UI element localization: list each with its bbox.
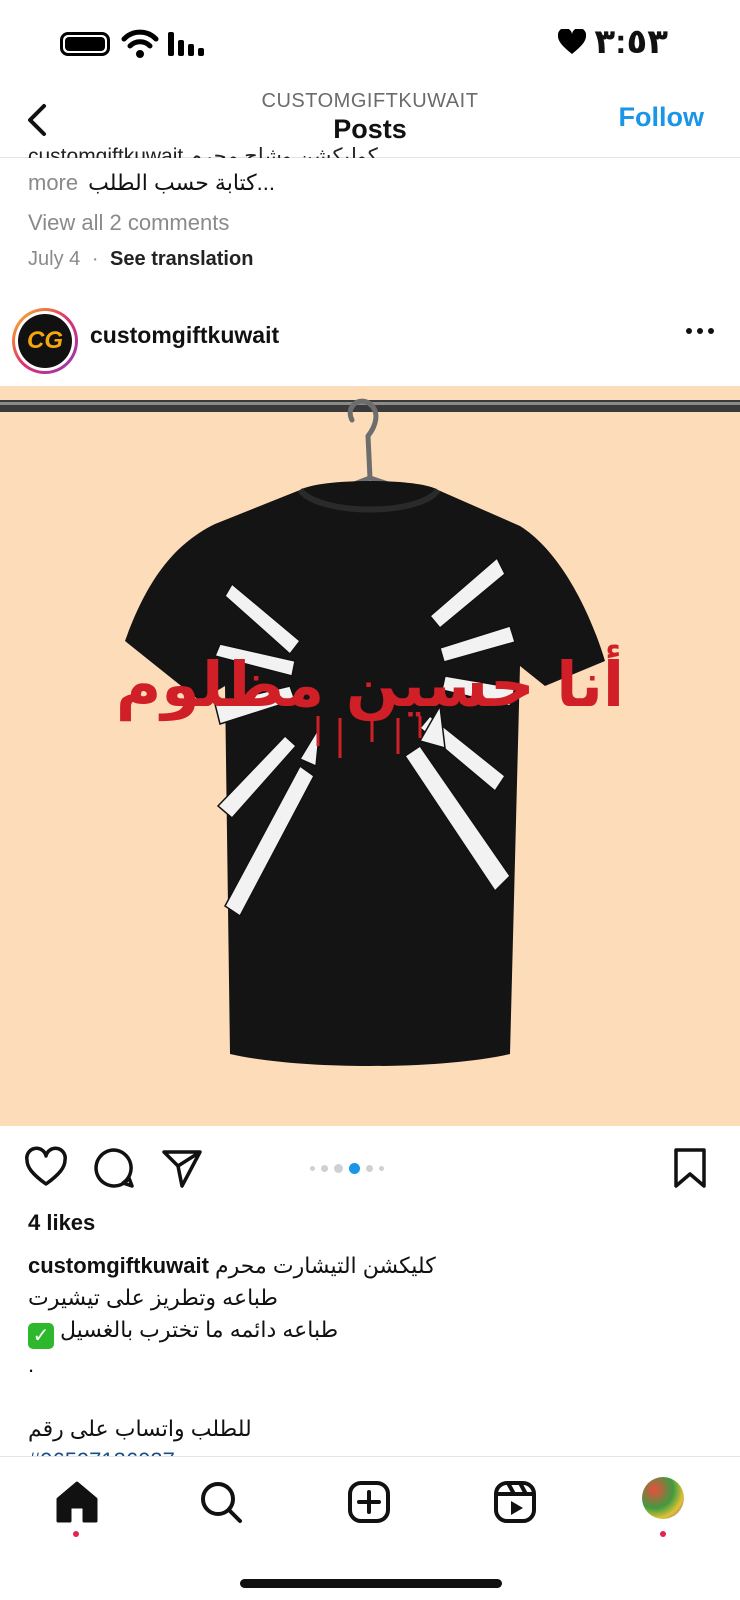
previous-caption: more كتابة حسب الطلب... [28,170,275,196]
home-indicator [240,1579,502,1588]
post-date: July 4 [28,248,81,270]
status-time: ٣:٥٣ [594,23,668,61]
bookmark-icon[interactable] [668,1146,712,1190]
post-meta: July 4 · See translation [28,248,253,271]
caption-line-3: طباعه دائمه ما تخترب بالغسيل [60,1317,339,1342]
carousel-dot [334,1163,343,1173]
previous-caption-cut: customgiftkuwait كوليكشن وشاح محرم [28,145,378,158]
reels-icon[interactable] [490,1477,540,1527]
post-caption: customgiftkuwait كليكشن التيشارت محرم طب… [28,1250,718,1456]
previous-post-footer: customgiftkuwait كوليكشن وشاح محرم more ك… [0,145,740,278]
caption-area: customgiftkuwait كليكشن التيشارت محرم طب… [0,1250,740,1456]
wifi-icon [121,29,159,58]
share-icon[interactable] [160,1146,204,1190]
see-translation-link[interactable]: See translation [110,248,253,270]
carousel-dot [321,1164,328,1172]
more-link[interactable]: more [28,170,78,195]
carousel-dot [366,1164,373,1172]
profile-avatar[interactable] [642,1477,684,1519]
heart-icon[interactable] [24,1146,68,1190]
home-icon[interactable] [52,1477,102,1527]
post-header: CG customgiftkuwait [0,300,740,380]
caption-line-2: طباعه وتطريز على تيشيرت [28,1285,278,1310]
signal-icon [168,32,208,56]
search-icon[interactable] [196,1477,246,1527]
home-notification-dot [73,1531,79,1537]
tshirt-shape [125,481,605,1066]
caption-line-4: . [28,1352,35,1377]
caption-line-1: كليكشن التيشارت محرم [215,1253,436,1278]
post-actions [0,1140,740,1200]
avatar[interactable]: CG [12,308,78,374]
tshirt-illustration: أنا حسين مظلوم [0,398,740,1066]
bottom-tab-bar [0,1456,740,1600]
meta-separator: · [91,248,99,270]
view-comments-link[interactable]: View all 2 comments [28,210,229,236]
likes-count[interactable]: 4 likes [28,1210,95,1236]
phone-hashtag-link[interactable]: #96597136037 [28,1445,718,1456]
create-icon[interactable] [344,1477,394,1527]
post-username[interactable]: customgiftkuwait [90,322,279,349]
post-image[interactable]: أنا حسين مظلوم [0,386,740,1126]
comment-icon[interactable] [92,1146,136,1190]
battery-icon [60,32,110,56]
more-options-icon[interactable] [686,328,716,338]
check-emoji-icon: ✓ [28,1323,54,1349]
shirt-calligraphy: أنا حسين مظلوم [116,644,624,722]
follow-button[interactable]: Follow [619,102,704,133]
carousel-dot [349,1162,360,1174]
carousel-indicator [310,1160,384,1176]
heart-icon [558,29,587,54]
caption-line-5: للطلب واتساب على رقم [28,1416,252,1441]
caption-username[interactable]: customgiftkuwait [28,1253,209,1278]
profile-notification-dot [660,1531,666,1537]
carousel-dot [379,1165,384,1171]
previous-caption-text: كتابة حسب الطلب... [88,170,276,195]
avatar-logo-text: CG [27,327,63,354]
status-bar: ٣:٥٣ [0,0,740,86]
carousel-dot [310,1165,315,1171]
